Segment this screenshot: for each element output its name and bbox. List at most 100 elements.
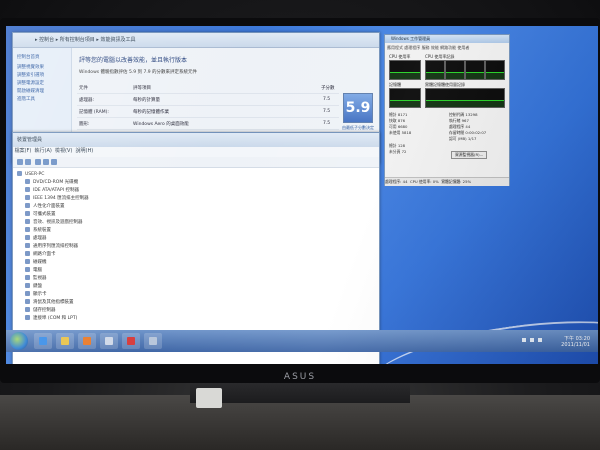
device-icon xyxy=(25,203,30,208)
app-taskbar-icon[interactable] xyxy=(144,333,162,349)
table-header: 元件 評等項目 子分數 xyxy=(77,83,339,94)
device-icon xyxy=(25,259,30,264)
tab[interactable]: 服務 xyxy=(422,45,430,50)
device-icon xyxy=(25,179,30,184)
column-header: 評等項目 xyxy=(133,86,151,91)
page-description: Windows 體驗指數評估 5.9 到 7.9 的分數來評定系統元件 xyxy=(79,70,198,75)
tree-item[interactable]: 滑鼠及其他指標裝置 xyxy=(25,299,74,307)
device-icon xyxy=(25,211,30,216)
tree-item[interactable]: IDE ATA/ATAPI 控制器 xyxy=(25,187,79,195)
device-icon xyxy=(25,187,30,192)
cpu-graph xyxy=(445,60,465,80)
table-row: 圖形: Windows Aero 的桌面效能 7.5 xyxy=(77,119,339,130)
screen: ▸ 控制台 ▸ 所有控制台項目 ▸ 效能資訊及工具 控制台首頁 調整視覺效果 調… xyxy=(6,26,598,364)
ie-taskbar-icon[interactable] xyxy=(34,333,52,349)
tab[interactable]: 應用程式 xyxy=(387,45,403,50)
base-score-caption: 由最低子分數決定 xyxy=(342,125,374,130)
sidebar-link[interactable]: 控制台首頁 xyxy=(17,54,40,60)
properties-icon[interactable] xyxy=(35,159,41,165)
memory-meter xyxy=(389,88,421,108)
cpu-graph xyxy=(465,60,485,80)
forward-icon[interactable] xyxy=(25,159,31,165)
clock[interactable]: 下午 03:20 2011/11/01 xyxy=(561,335,590,348)
tree-item[interactable]: 電腦 xyxy=(25,267,42,275)
tree-item[interactable]: 連接埠 (COM 和 LPT) xyxy=(25,315,77,323)
tab[interactable]: 網路功能 xyxy=(440,45,456,50)
tray-icon[interactable] xyxy=(522,338,526,342)
tree-item[interactable]: 監視器 xyxy=(25,275,47,283)
cpu-graph xyxy=(485,60,505,80)
sidebar-link[interactable]: 調整電源設定 xyxy=(17,80,44,86)
device-icon xyxy=(25,235,30,240)
device-icon xyxy=(25,227,30,232)
sidebar-link[interactable]: 調整視覺效果 xyxy=(17,64,44,70)
app-taskbar-icon[interactable] xyxy=(100,333,118,349)
cpu-meter xyxy=(389,60,421,80)
sidebar-link[interactable]: 進階工具 xyxy=(17,96,35,102)
row-score: 7.5 xyxy=(323,97,331,102)
device-icon xyxy=(25,315,30,320)
tab-strip[interactable]: 應用程式 處理程序 服務 效能 網路功能 使用者 xyxy=(387,45,507,51)
tree-item[interactable]: 顯示卡 xyxy=(25,291,47,299)
sidebar-link[interactable]: 調整索引選項 xyxy=(17,72,44,78)
address-bar[interactable]: ▸ 控制台 ▸ 所有控制台項目 ▸ 效能資訊及工具 xyxy=(13,33,379,48)
app-taskbar-icon[interactable] xyxy=(122,333,140,349)
computer-icon xyxy=(17,171,22,176)
tree-item[interactable]: 通用序列匯流排控制器 xyxy=(25,243,78,251)
device-icon xyxy=(25,299,30,304)
volume-icon[interactable] xyxy=(538,338,542,342)
resource-monitor-button[interactable]: 資源監視器(R)... xyxy=(451,151,488,159)
desk-surface xyxy=(0,395,600,450)
row-component: 圖形: xyxy=(79,122,90,127)
row-score: 7.5 xyxy=(323,121,331,126)
back-icon[interactable] xyxy=(17,159,23,165)
tree-item[interactable]: IEEE 1394 匯流排主控制器 xyxy=(25,195,89,203)
tree-root[interactable]: USER-PC xyxy=(17,171,44,179)
tree-item[interactable]: 人性化介面裝置 xyxy=(25,203,65,211)
task-manager-window[interactable]: Windows 工作管理員 應用程式 處理程序 服務 效能 網路功能 使用者 C… xyxy=(384,34,510,186)
page-title: 評等您的電腦以改善效能，並且執行版本 xyxy=(79,57,188,64)
column-header: 子分數 xyxy=(321,86,335,91)
row-desc: 每秒的記憶體作業 xyxy=(133,110,169,115)
memory-graph xyxy=(425,88,505,108)
device-icon xyxy=(25,307,30,312)
device-icon xyxy=(25,267,30,272)
tab-active[interactable]: 效能 xyxy=(431,45,439,50)
start-button[interactable] xyxy=(10,332,28,350)
row-desc: Windows Aero 的桌面效能 xyxy=(133,122,189,127)
tree-item[interactable]: 鍵盤 xyxy=(25,283,42,291)
toolbar xyxy=(13,157,379,168)
monitor-logo: ASUS xyxy=(283,372,317,382)
cpu-graph xyxy=(425,60,445,80)
tree-item[interactable]: DVD/CD-ROM 光碟機 xyxy=(25,179,78,187)
device-icon xyxy=(25,283,30,288)
base-score-badge: 5.9 xyxy=(343,93,373,123)
scan-icon[interactable] xyxy=(51,159,57,165)
network-icon[interactable] xyxy=(530,338,534,342)
tree-item[interactable]: 儲存控制器 xyxy=(25,307,56,315)
tree-item[interactable]: 處理器 xyxy=(25,235,47,243)
device-icon xyxy=(25,243,30,248)
window-title: 裝置管理員 xyxy=(13,133,379,148)
row-score: 7.5 xyxy=(323,109,331,114)
tree-item[interactable]: 可攜式裝置 xyxy=(25,211,56,219)
tree-item[interactable]: 磁碟機 xyxy=(25,259,47,267)
table-row: 記憶體 (RAM): 每秒的記憶體作業 7.5 xyxy=(77,107,339,118)
device-icon xyxy=(25,251,30,256)
tree-item[interactable]: 網路介面卡 xyxy=(25,251,56,259)
window-title: Windows 工作管理員 xyxy=(385,35,509,43)
tab[interactable]: 處理程序 xyxy=(404,45,420,50)
explorer-taskbar-icon[interactable] xyxy=(56,333,74,349)
table-row: 處理器: 每秒的計算量 7.5 xyxy=(77,95,339,106)
status-bar: 處理程序: 44 CPU 使用率: 0% 實體記憶體: 25% xyxy=(385,177,509,186)
tab[interactable]: 使用者 xyxy=(457,45,469,50)
row-desc: 每秒的計算量 xyxy=(133,98,160,103)
column-header: 元件 xyxy=(79,86,88,91)
tree-item[interactable]: 音效、視訊及遊戲控制器 xyxy=(25,219,83,227)
media-taskbar-icon[interactable] xyxy=(78,333,96,349)
row-component: 處理器: xyxy=(79,98,95,103)
sidebar-link[interactable]: 開啟磁碟清理 xyxy=(17,88,44,94)
help-icon[interactable] xyxy=(43,159,49,165)
tree-item[interactable]: 系統裝置 xyxy=(25,227,51,235)
device-icon xyxy=(25,195,30,200)
